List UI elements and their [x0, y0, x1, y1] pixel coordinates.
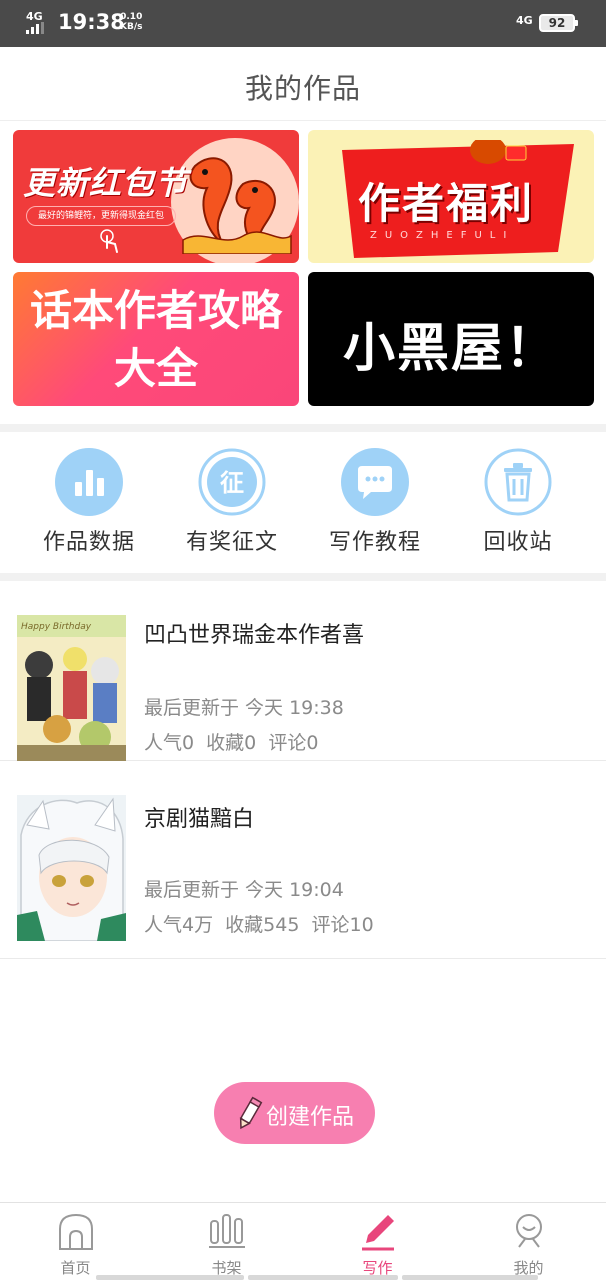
action-label: 有奖征文	[185, 530, 278, 555]
header: 我的作品	[0, 47, 606, 121]
action-label: 回收站	[483, 530, 553, 555]
clock: 19:38	[58, 10, 125, 34]
action-contest[interactable]: 征 有奖征文	[167, 448, 297, 556]
system-nav-indicator	[248, 1275, 398, 1280]
pencil-icon	[239, 1096, 263, 1130]
action-label: 作品数据	[42, 530, 135, 555]
banner-author-benefits[interactable]: 作者福利 ZUOZHEFULI	[308, 130, 594, 263]
trash-icon	[484, 448, 552, 516]
banner-subtitle: ZUOZHEFULI	[370, 230, 515, 241]
banner-title: 更新红包节	[23, 164, 189, 202]
network-speed-unit: KB/s	[120, 22, 143, 32]
nav-item-home[interactable]: 首页	[0, 1203, 151, 1280]
cover-art-birthday: Happy Birthday	[17, 615, 126, 761]
work-item[interactable]: Happy Birthday 凹凸世界瑞金本作者喜 最后更新于 今天 19:38…	[0, 581, 606, 761]
bar-chart-icon	[55, 448, 123, 516]
section-divider	[0, 573, 606, 581]
action-works-data[interactable]: 作品数据	[24, 448, 154, 556]
action-tutorial[interactable]: 写作教程	[310, 448, 440, 556]
banner-title: 小黑屋！	[342, 319, 559, 379]
banner-title: 作者福利	[358, 179, 535, 228]
contest-glyph: 征	[220, 469, 244, 497]
nav-item-bookshelf[interactable]: 书架	[151, 1203, 302, 1280]
bottom-nav: 首页 书架 写作 我的	[0, 1202, 606, 1280]
contest-icon: 征	[198, 448, 266, 516]
battery-level: 92	[548, 16, 566, 30]
cover-art-white-cat	[17, 795, 126, 941]
work-title: 京剧猫黯白	[144, 807, 255, 832]
banner-subtitle: 最好的锦鲤符，更新得现金红包	[26, 206, 176, 226]
create-work-label: 创建作品	[266, 1105, 355, 1130]
create-work-button[interactable]: 创建作品	[214, 1082, 375, 1144]
cover-text: Happy Birthday	[21, 622, 92, 632]
battery-icon: 92	[539, 14, 578, 32]
nav-item-write[interactable]: 写作	[302, 1203, 453, 1280]
profile-icon	[516, 1214, 542, 1248]
network-type-right-label: 4G	[516, 14, 533, 27]
work-cover-image: Happy Birthday	[17, 615, 126, 761]
network-speed-value: 0.10	[120, 12, 143, 22]
section-divider	[0, 424, 606, 432]
chat-bubble-icon	[341, 448, 409, 516]
status-bar: 4G 19:38 0.10 KB/s 4G 92	[0, 0, 606, 47]
bookshelf-icon	[209, 1214, 245, 1248]
network-speed: 0.10 KB/s	[120, 12, 142, 32]
banner-author-guide[interactable]: 话本作者攻略 大全	[13, 272, 299, 406]
tap-hand-icon	[100, 229, 118, 253]
banner-red-envelope-festival[interactable]: 更新红包节 最好的锦鲤符，更新得现金红包	[13, 130, 299, 263]
action-recycle-bin[interactable]: 回收站	[453, 448, 583, 556]
page-title: 我的作品	[244, 72, 361, 105]
banner-title-line-1: 话本作者攻略	[29, 286, 282, 335]
banner-title-line-2: 大全	[113, 344, 198, 393]
work-stats: 人气4万 收藏545 评论10	[144, 914, 374, 936]
work-updated-time: 最后更新于 今天 19:38	[144, 697, 344, 719]
work-cover-image	[17, 795, 126, 941]
work-item[interactable]: 京剧猫黯白 最后更新于 今天 19:04 人气4万 收藏545 评论10	[0, 779, 606, 959]
work-title: 凹凸世界瑞金本作者喜	[144, 623, 365, 648]
action-label: 写作教程	[328, 530, 421, 555]
banner-dark-room[interactable]: 小黑屋！	[308, 272, 594, 406]
work-updated-time: 最后更新于 今天 19:04	[144, 879, 344, 901]
banner-title: 话本作者攻略 大全	[13, 282, 299, 398]
koi-fish-icon	[182, 157, 292, 254]
work-stats: 人气0 收藏0 评论0	[144, 732, 319, 754]
system-nav-indicator	[402, 1275, 538, 1280]
home-icon	[59, 1213, 93, 1250]
nav-item-profile[interactable]: 我的	[453, 1203, 604, 1280]
pencil-icon	[362, 1215, 394, 1251]
system-nav-indicator	[96, 1275, 244, 1280]
signal-strength-icon	[26, 22, 44, 34]
